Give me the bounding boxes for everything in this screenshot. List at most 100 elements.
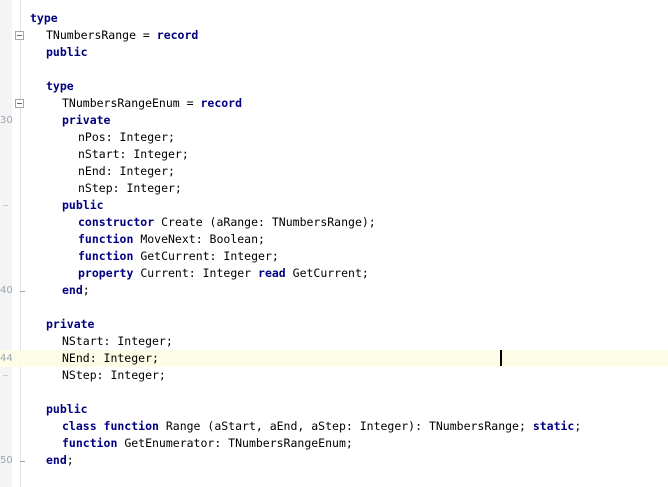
code-line[interactable]: property Current: Integer read GetCurren… [0, 265, 668, 282]
code-line[interactable]: private [0, 316, 668, 333]
code-text: property Current: Integer read GetCurren… [78, 265, 369, 282]
code-text: function GetCurrent: Integer; [78, 248, 279, 265]
code-line[interactable]: function GetEnumerator: TNumbersRangeEnu… [0, 435, 668, 452]
code-text: type [30, 10, 58, 27]
fold-end-marker [20, 282, 25, 292]
code-line[interactable]: 44 NEnd: Integer; [0, 350, 668, 367]
identifier-token: ; [574, 419, 582, 433]
collapse-icon[interactable] [15, 99, 24, 108]
code-line[interactable]: function MoveNext: Boolean; [0, 231, 668, 248]
keyword-token: static [532, 419, 575, 433]
line-marker [3, 205, 8, 206]
identifier-token: ; [66, 453, 74, 467]
identifier-token: TNumbersRangeEnum = [62, 96, 201, 110]
identifier-token: Create (aRange: TNumbersRange); [154, 215, 376, 229]
identifier-token: Current: Integer [133, 266, 259, 280]
collapse-icon[interactable] [15, 31, 24, 40]
code-line[interactable]: nPos: Integer; [0, 129, 668, 146]
keyword-token: public [46, 45, 88, 59]
keyword-token: public [46, 402, 88, 416]
keyword-token: read [258, 266, 286, 280]
code-line[interactable]: 50 end; [0, 452, 668, 469]
code-line[interactable]: public [0, 44, 668, 61]
code-text: private [46, 316, 94, 333]
identifier-token: NStart: Integer; [62, 334, 173, 348]
code-line[interactable]: public [0, 197, 668, 214]
identifier-token: ; [82, 283, 90, 297]
code-line[interactable]: TNumbersRange = record [0, 27, 668, 44]
identifier-token: GetCurrent; [285, 266, 369, 280]
text-caret [500, 350, 502, 366]
code-text: function GetEnumerator: TNumbersRangeEnu… [62, 435, 353, 452]
keyword-token: public [62, 198, 104, 212]
code-line[interactable]: public [0, 401, 668, 418]
keyword-token: type [46, 79, 74, 93]
code-line[interactable]: TNumbersRangeEnum = record [0, 95, 668, 112]
code-text: nStart: Integer; [78, 146, 189, 163]
keyword-token: private [62, 113, 111, 127]
code-text: private [62, 112, 110, 129]
identifier-token: NStep: Integer; [62, 368, 166, 382]
identifier-token: TNumbersRange = [46, 28, 157, 42]
keyword-token: class function [62, 419, 159, 433]
code-line[interactable]: type [0, 78, 668, 95]
code-line[interactable]: nStart: Integer; [0, 146, 668, 163]
code-editor[interactable]: type TNumbersRange = record public type TNum… [0, 0, 668, 487]
code-text: constructor Create (aRange: TNumbersRang… [78, 214, 376, 231]
code-line[interactable]: constructor Create (aRange: TNumbersRang… [0, 214, 668, 231]
code-line[interactable] [0, 299, 668, 316]
code-line[interactable]: function GetCurrent: Integer; [0, 248, 668, 265]
identifier-token: Range (aStart, aEnd, aStep: Integer): TN… [158, 419, 533, 433]
code-text: public [62, 197, 104, 214]
keyword-token: private [46, 317, 95, 331]
identifier-token: MoveNext: Boolean; [133, 232, 265, 246]
code-text: class function Range (aStart, aEnd, aSte… [62, 418, 581, 435]
keyword-token: end [46, 453, 67, 467]
identifier-token: nStart: Integer; [78, 147, 189, 161]
code-line[interactable]: 30 private [0, 112, 668, 129]
line-number: 30 [0, 115, 12, 126]
line-marker [3, 375, 8, 376]
keyword-token: type [30, 11, 58, 25]
code-line[interactable]: 40 end; [0, 282, 668, 299]
identifier-token: nStep: Integer; [78, 181, 182, 195]
identifier-token: nPos: Integer; [78, 130, 175, 144]
identifier-token: NEnd: Integer; [62, 351, 159, 365]
code-text: function MoveNext: Boolean; [78, 231, 265, 248]
code-line[interactable]: nStep: Integer; [0, 180, 668, 197]
code-text: public [46, 401, 88, 418]
code-line[interactable]: NStart: Integer; [0, 333, 668, 350]
code-text: NEnd: Integer; [62, 350, 159, 367]
code-text: nStep: Integer; [78, 180, 182, 197]
keyword-token: end [62, 283, 83, 297]
identifier-token: GetEnumerator: TNumbersRangeEnum; [117, 436, 353, 450]
code-line[interactable]: nEnd: Integer; [0, 163, 668, 180]
code-text: public [46, 44, 88, 61]
identifier-token: GetCurrent: Integer; [133, 249, 279, 263]
code-line[interactable] [0, 384, 668, 401]
code-text: type [46, 78, 74, 95]
code-text: end; [62, 282, 90, 299]
code-text: TNumbersRange = record [46, 27, 198, 44]
code-line[interactable]: class function Range (aStart, aEnd, aSte… [0, 418, 668, 435]
code-line[interactable]: type [0, 10, 668, 27]
line-number: 44 [0, 353, 12, 364]
fold-end-marker [20, 452, 25, 462]
keyword-token: function [78, 232, 134, 246]
keyword-token: function [62, 436, 118, 450]
code-line[interactable]: NStep: Integer; [0, 367, 668, 384]
keyword-token: constructor [78, 215, 155, 229]
line-number: 40 [0, 285, 12, 296]
code-text: NStart: Integer; [62, 333, 173, 350]
code-text: end; [46, 452, 74, 469]
code-line[interactable] [0, 61, 668, 78]
keyword-token: function [78, 249, 134, 263]
keyword-token: record [200, 96, 243, 110]
identifier-token: nEnd: Integer; [78, 164, 175, 178]
code-text: nPos: Integer; [78, 129, 175, 146]
line-number: 50 [0, 455, 12, 466]
keyword-token: property [78, 266, 134, 280]
code-text: TNumbersRangeEnum = record [62, 95, 242, 112]
code-text: NStep: Integer; [62, 367, 166, 384]
keyword-token: record [156, 28, 199, 42]
